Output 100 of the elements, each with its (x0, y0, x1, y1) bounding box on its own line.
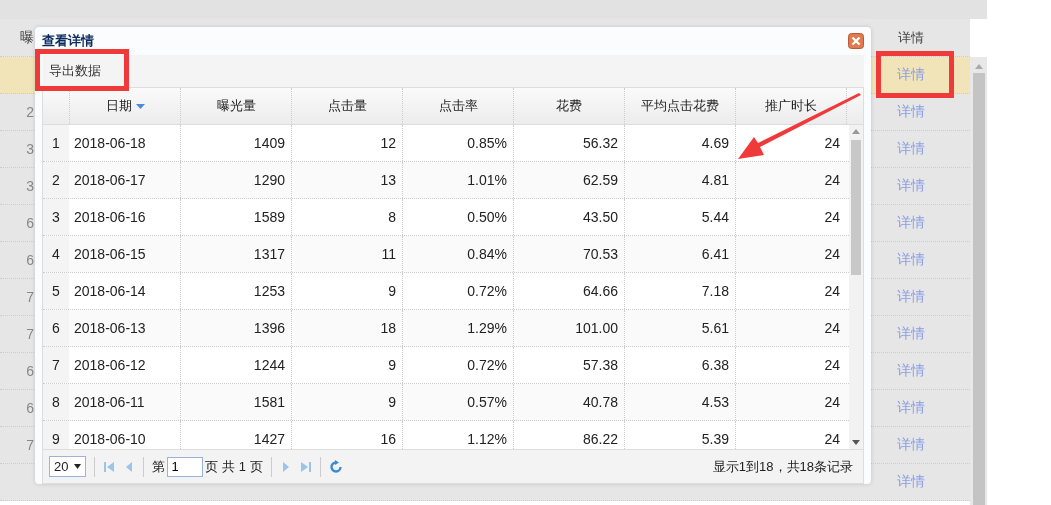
table-cell: 101.00 (513, 310, 624, 346)
page-number-field[interactable]: 1 (167, 456, 204, 477)
details-link[interactable]: 详情 (897, 177, 925, 193)
column-label: 推广时长 (765, 97, 817, 115)
column-header[interactable]: 花费 (513, 88, 624, 124)
table-cell: 1589 (180, 199, 291, 235)
table-cell: 70.53 (513, 236, 624, 272)
column-header[interactable]: 日期 (69, 88, 180, 124)
table-cell: 5.44 (624, 199, 735, 235)
details-link[interactable]: 详情 (897, 214, 925, 230)
scroll-up-icon[interactable] (852, 129, 860, 134)
table-cell: 11 (291, 236, 402, 272)
details-link[interactable]: 详情 (897, 399, 925, 415)
scrollbar[interactable] (849, 125, 863, 449)
table-cell: 1409 (180, 125, 291, 161)
table-cell: 1317 (180, 236, 291, 272)
table-cell: 6 (26, 252, 34, 268)
table-cell: 40.78 (513, 384, 624, 420)
table-cell: 6 (26, 215, 34, 231)
table-cell: 7 (26, 289, 34, 305)
table-cell: 1581 (180, 384, 291, 420)
table-cell: 7 (26, 326, 34, 342)
table-cell-text: 2018-06-16 (73, 208, 147, 227)
details-link[interactable]: 详情 (897, 362, 925, 378)
column-label: 点击量 (327, 97, 367, 115)
table-cell: 7.18 (624, 273, 735, 309)
table-cell: 43.50 (513, 199, 624, 235)
table-cell: 4.81 (624, 162, 735, 198)
details-link[interactable]: 详情 (897, 436, 925, 452)
page-size-select[interactable]: 20 (49, 456, 87, 477)
table-cell-text: 2018-06-15 (73, 245, 147, 264)
table-cell-text: 2018-06-18 (73, 134, 147, 153)
row-number: 5 (43, 273, 69, 309)
table-cell-text: 2018-06-17 (73, 171, 147, 190)
row-number: 6 (43, 310, 69, 346)
table-cell: 62.59 (513, 162, 624, 198)
table-cell: 13 (291, 162, 402, 198)
details-link[interactable]: 详情 (897, 66, 925, 82)
table-cell: 4.53 (624, 384, 735, 420)
table-cell-text: 2018-06-10 (73, 430, 147, 449)
export-button[interactable]: 导出数据 (42, 62, 108, 80)
table-cell: 1.01% (402, 162, 513, 198)
row-number: 3 (43, 199, 69, 235)
scroll-up-icon[interactable] (973, 63, 984, 69)
table-cell: 9 (291, 273, 402, 309)
details-link[interactable]: 详情 (897, 140, 925, 156)
table-cell: 57.38 (513, 347, 624, 383)
table-cell: 0.84% (402, 236, 513, 272)
refresh-icon[interactable] (328, 459, 343, 474)
table-cell: 1290 (180, 162, 291, 198)
column-label: 点击率 (438, 97, 478, 115)
column-header[interactable]: 点击率 (402, 88, 513, 124)
column-header[interactable]: 曝光量 (180, 88, 291, 124)
table-cell: 6 (26, 363, 34, 379)
column-header[interactable]: 平均点击花费 (624, 88, 735, 124)
details-link[interactable]: 详情 (897, 103, 925, 119)
details-link[interactable]: 详情 (897, 325, 925, 341)
details-link[interactable]: 详情 (897, 288, 925, 304)
scroll-down-icon[interactable] (852, 440, 860, 445)
table-cell: 24 (735, 199, 846, 235)
table-cell-text: 2018-06-13 (73, 319, 147, 338)
record-count-text: 显示1到18，共18条记录 (712, 457, 854, 476)
column-label: 花费 (556, 97, 582, 115)
table-cell: 6.41 (624, 236, 735, 272)
table-cell: 56.32 (513, 125, 624, 161)
first-page-icon[interactable] (103, 460, 116, 473)
table-cell: 0.72% (402, 273, 513, 309)
last-page-icon[interactable] (299, 460, 312, 473)
details-link[interactable]: 详情 (897, 473, 925, 489)
column-label: 平均点击花费 (641, 97, 719, 115)
table-cell: 9 (291, 347, 402, 383)
scrollbar[interactable] (970, 57, 987, 505)
dialog-title: 查看详情 (42, 32, 94, 50)
row-number: 1 (43, 125, 69, 161)
table-cell: 0.85% (402, 125, 513, 161)
page-total-label: 页 共 1 页 (205, 457, 263, 476)
table-cell-text: 2018-06-14 (73, 282, 147, 301)
row-number: 8 (43, 384, 69, 420)
close-icon[interactable] (848, 33, 864, 49)
table-cell-text: 2018-06-12 (73, 356, 147, 375)
table-cell: 24 (735, 310, 846, 346)
table-cell: 24 (735, 273, 846, 309)
table-cell: 18 (291, 310, 402, 346)
row-number: 4 (43, 236, 69, 272)
table-cell: 0.50% (402, 199, 513, 235)
column-header: 详情 (898, 29, 924, 45)
row-number: 9 (43, 421, 69, 449)
page-label: 第 (152, 457, 166, 476)
table-cell: 24 (735, 236, 846, 272)
column-header[interactable]: 点击量 (291, 88, 402, 124)
table-cell: 2 (26, 104, 34, 120)
table-cell: 7 (26, 437, 34, 453)
table-cell: 4.69 (624, 125, 735, 161)
row-number: 7 (43, 347, 69, 383)
column-label: 曝光量 (216, 97, 256, 115)
table-cell: 3 (26, 178, 34, 194)
row-number: 2 (43, 162, 69, 198)
table-cell: 6 (26, 400, 34, 416)
table-cell: 64.66 (513, 273, 624, 309)
details-link[interactable]: 详情 (897, 251, 925, 267)
